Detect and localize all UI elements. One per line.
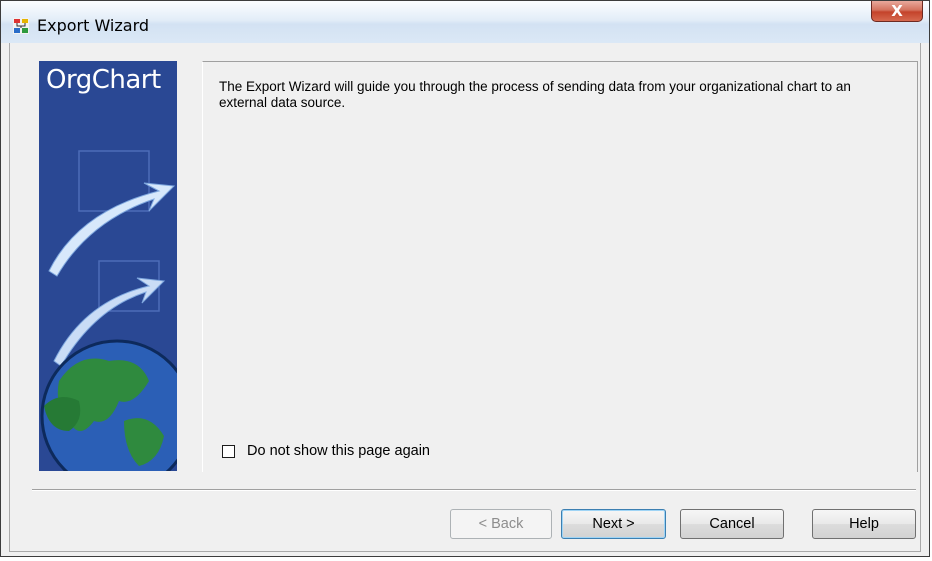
next-button[interactable]: Next > [561,509,666,539]
wizard-page: The Export Wizard will guide you through… [202,61,918,472]
intro-text: The Export Wizard will guide you through… [219,79,851,110]
close-button[interactable]: X [871,1,923,22]
back-button[interactable]: < Back [450,509,552,539]
button-separator [32,489,916,491]
close-icon: X [891,2,903,20]
help-button[interactable]: Help [812,509,916,539]
wizard-banner: OrgChart [39,61,177,471]
do-not-show-checkbox[interactable] [222,444,235,458]
do-not-show-row[interactable]: Do not show this page again [222,443,430,459]
wizard-content: OrgChart The Export Wizard will guide yo… [9,43,921,552]
orgchart-app-icon [13,18,29,34]
title-bar[interactable]: Export Wizard X [1,1,929,43]
do-not-show-label[interactable]: Do not show this page again [247,443,430,459]
banner-artwork [39,61,177,471]
banner-title: OrgChart [46,65,161,95]
export-wizard-window: Export Wizard X OrgChart The Export Wiza… [0,0,930,557]
cancel-button[interactable]: Cancel [680,509,784,539]
window-title: Export Wizard [37,16,150,35]
